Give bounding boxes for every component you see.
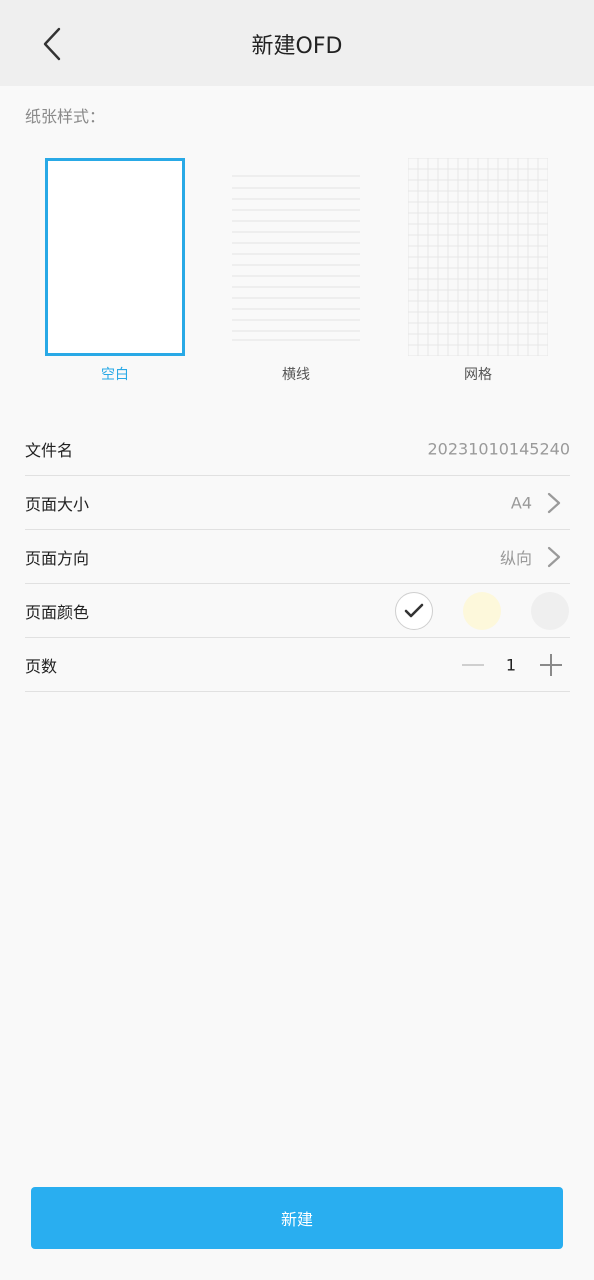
paper-option-blank-label: 空白 bbox=[101, 367, 129, 383]
page-color-row: 页面颜色 bbox=[25, 584, 570, 638]
grid-paper-preview bbox=[407, 157, 549, 357]
color-swatch-white[interactable] bbox=[395, 591, 433, 630]
lined-paper-preview bbox=[232, 175, 360, 341]
page-count-label: 页数 bbox=[25, 656, 58, 676]
minus-icon[interactable] bbox=[460, 652, 486, 678]
paper-option-lined[interactable] bbox=[232, 158, 360, 356]
chevron-right-icon[interactable] bbox=[546, 545, 562, 569]
page-count-value: 1 bbox=[505, 655, 517, 674]
color-swatch-yellow[interactable] bbox=[463, 591, 501, 630]
color-swatch-gray[interactable] bbox=[531, 591, 569, 630]
filename-label: 文件名 bbox=[25, 440, 74, 460]
page-size-label: 页面大小 bbox=[25, 494, 90, 514]
page-count-row: 页数 1 bbox=[25, 638, 570, 692]
paper-option-grid[interactable] bbox=[407, 157, 549, 357]
create-button[interactable]: 新建 bbox=[31, 1187, 563, 1249]
paper-style-label: 纸张样式： bbox=[25, 107, 106, 126]
page-color-label: 页面颜色 bbox=[25, 602, 90, 622]
header-bar: 新建OFD bbox=[0, 0, 594, 86]
filename-value[interactable]: 20231010145240 bbox=[427, 439, 570, 458]
page-size-row[interactable]: 页面大小 A4 bbox=[25, 476, 570, 530]
filename-row[interactable]: 文件名 20231010145240 bbox=[25, 422, 570, 476]
paper-option-lined-label: 横线 bbox=[282, 367, 310, 383]
orientation-row[interactable]: 页面方向 纵向 bbox=[25, 530, 570, 584]
paper-option-grid-label: 网格 bbox=[464, 367, 492, 383]
chevron-right-icon[interactable] bbox=[546, 491, 562, 515]
orientation-value: 纵向 bbox=[499, 548, 532, 568]
check-icon bbox=[404, 603, 424, 617]
page-title: 新建OFD bbox=[251, 34, 343, 59]
page-size-value: A4 bbox=[510, 493, 532, 512]
paper-option-blank[interactable] bbox=[45, 158, 185, 356]
orientation-label: 页面方向 bbox=[25, 548, 90, 568]
plus-icon[interactable] bbox=[538, 652, 564, 678]
